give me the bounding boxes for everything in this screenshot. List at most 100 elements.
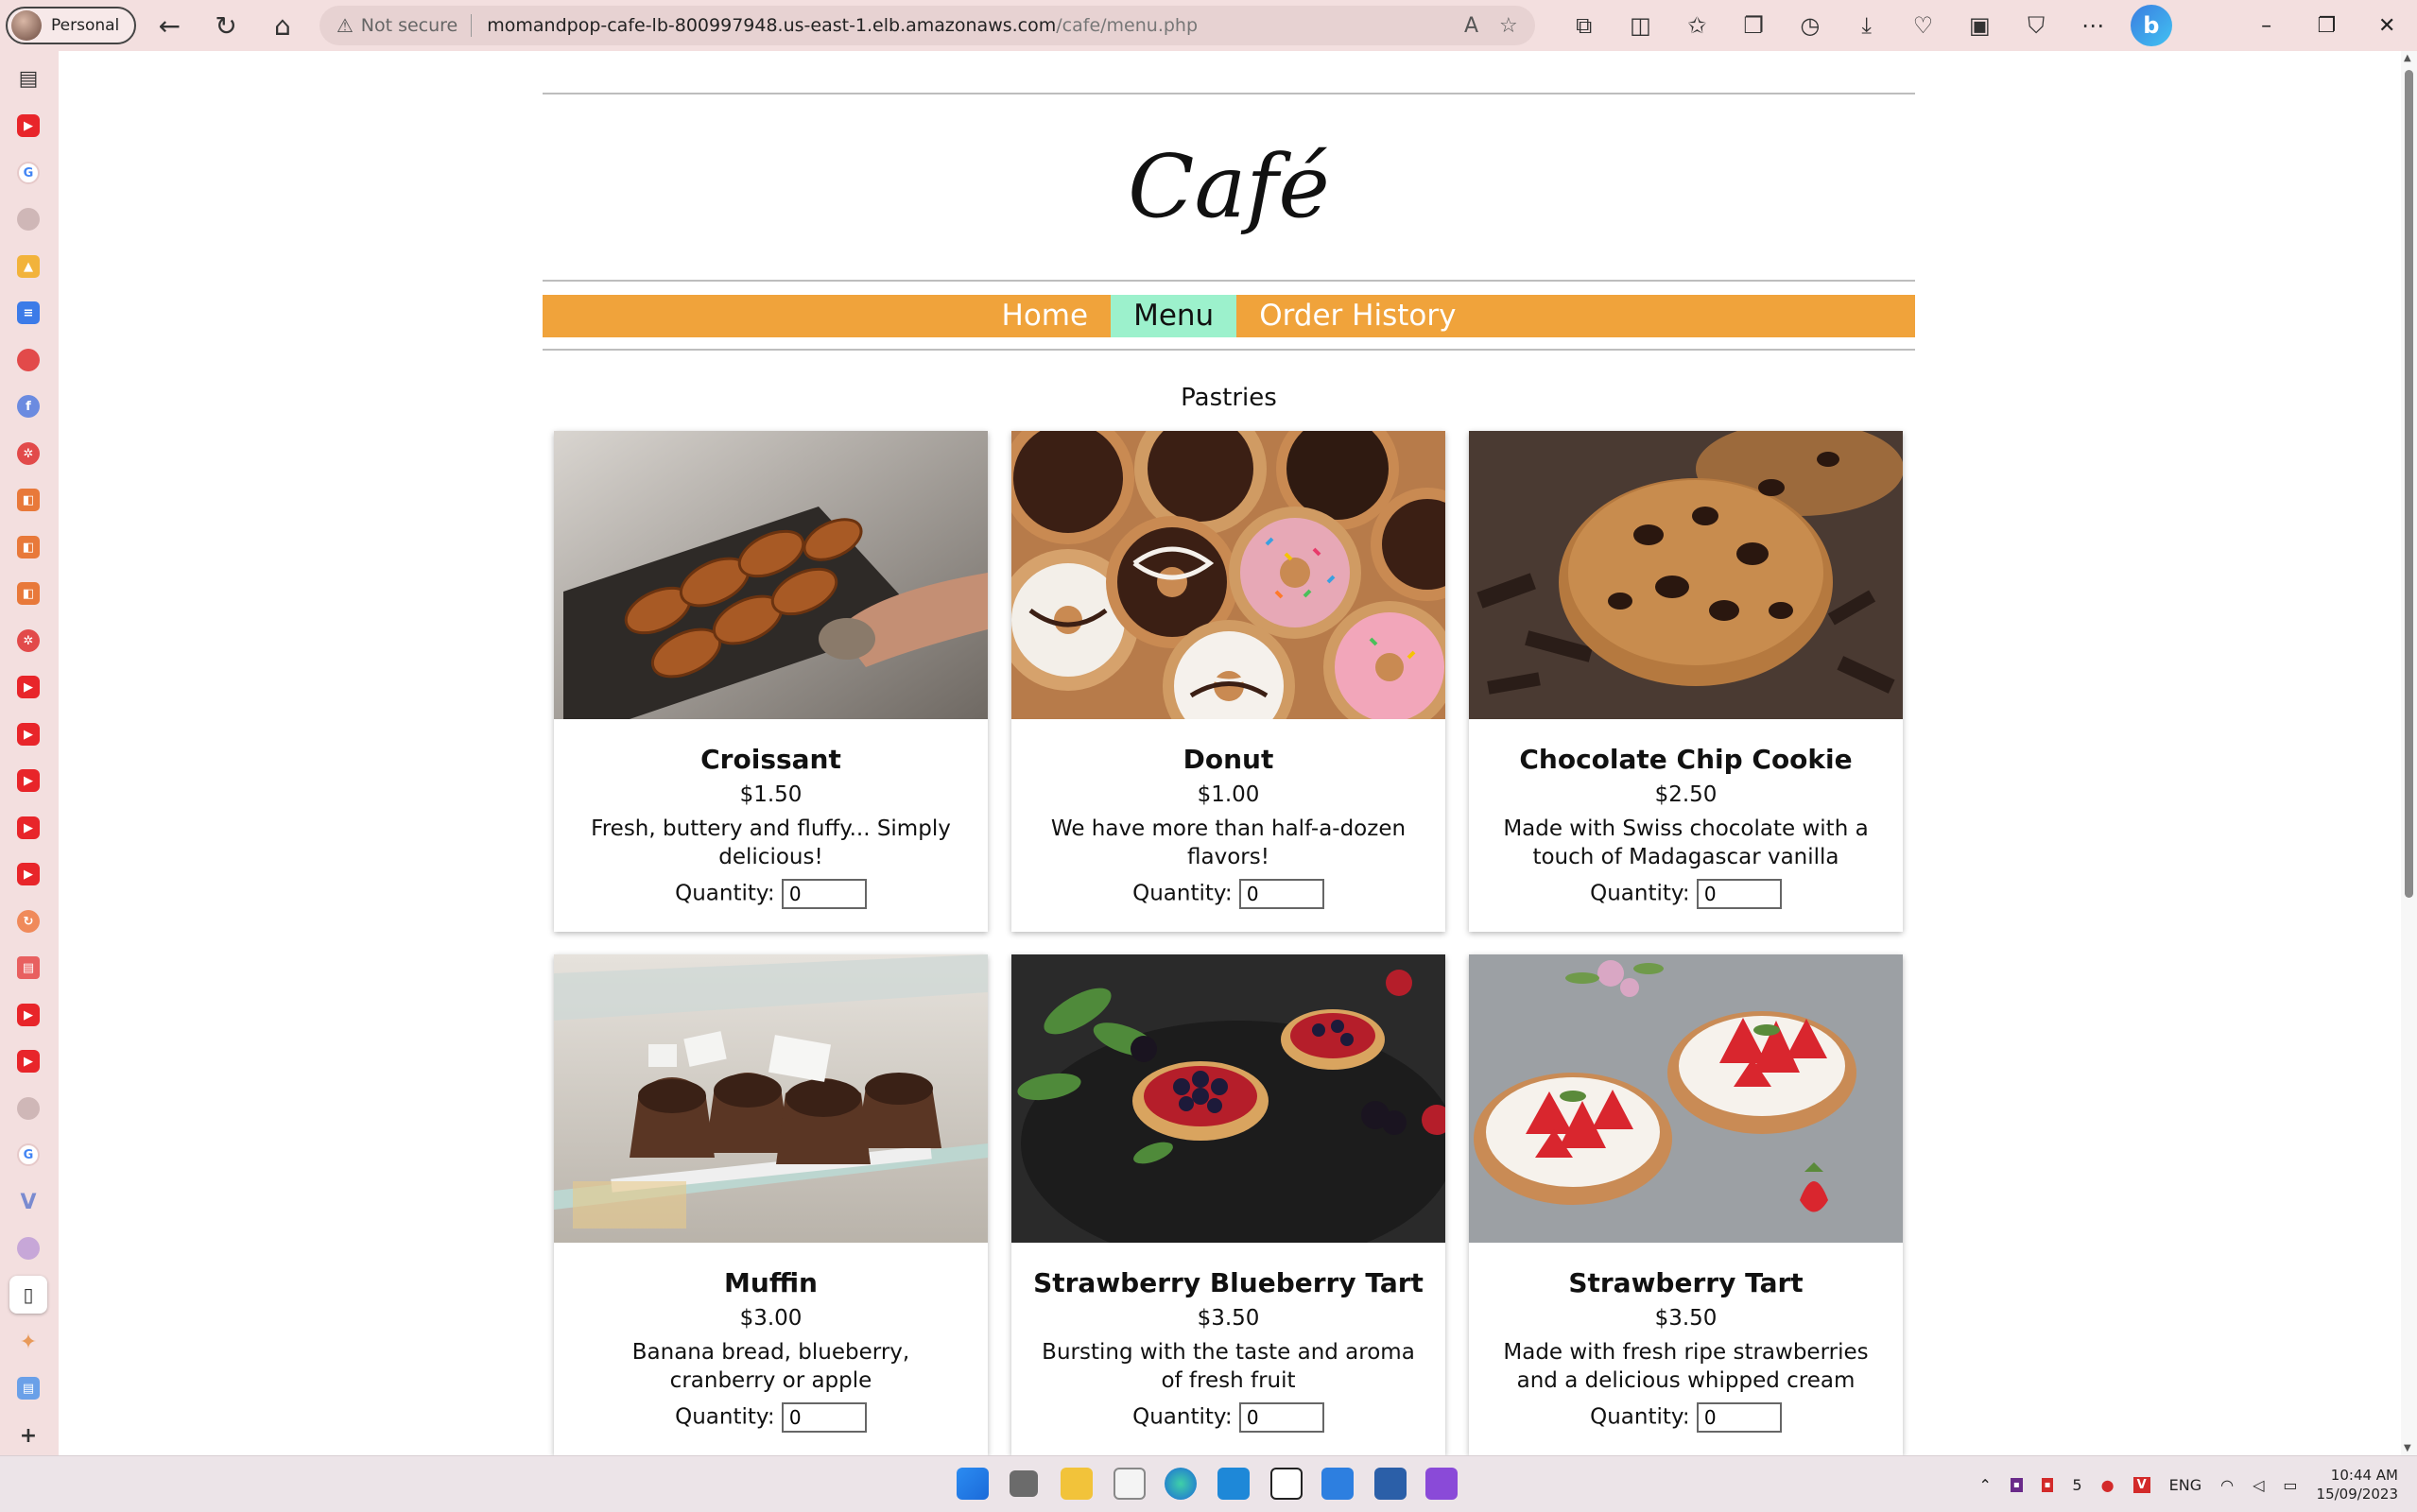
settings-tab-icon[interactable]: ✲ <box>17 629 40 652</box>
favorite-star-icon[interactable]: ☆ <box>1499 14 1518 38</box>
security-status[interactable]: Not secure <box>361 15 458 36</box>
refresh-icon[interactable]: ↻ <box>202 2 250 49</box>
home-icon[interactable]: ⌂ <box>259 2 306 49</box>
notepad-icon[interactable] <box>1321 1468 1354 1500</box>
notes-tab-icon[interactable]: ▤ <box>17 1377 40 1400</box>
start-icon[interactable] <box>957 1468 989 1500</box>
facebook-tab-icon[interactable]: f <box>17 395 40 418</box>
tray-badge[interactable]: 5 <box>2072 1476 2081 1494</box>
nav-home[interactable]: Home <box>979 295 1112 337</box>
performance-icon[interactable]: ♡ <box>1895 2 1952 49</box>
youtube-tab-icon[interactable]: ▶ <box>17 769 40 792</box>
minimize-icon[interactable]: – <box>2236 2 2297 49</box>
browser-essentials-icon[interactable]: ⛉ <box>2008 2 2064 49</box>
address-bar[interactable]: ⚠ Not secure momandpop-cafe-lb-800997948… <box>319 6 1535 45</box>
close-icon[interactable]: ✕ <box>2357 2 2417 49</box>
product-price: $1.00 <box>1197 782 1260 807</box>
docs-tab-icon[interactable]: ≡ <box>17 301 40 324</box>
web-tab-icon[interactable] <box>17 1097 40 1120</box>
downloads-icon[interactable]: ⤓ <box>1839 2 1895 49</box>
wifi-icon[interactable]: ◠ <box>2220 1476 2234 1494</box>
language-indicator[interactable]: ENG <box>2169 1476 2201 1494</box>
url-path[interactable]: /cafe/menu.php <box>1056 15 1198 36</box>
settings-tab-icon[interactable]: ✲ <box>17 442 40 465</box>
vscode-icon[interactable] <box>1217 1468 1250 1500</box>
edge-icon[interactable] <box>1165 1468 1197 1500</box>
tray-vivaldi-icon[interactable]: V <box>2132 1476 2150 1493</box>
scrollbar-thumb[interactable] <box>2405 70 2413 898</box>
notion-icon[interactable] <box>1270 1468 1303 1500</box>
app-tab-icon[interactable] <box>17 349 40 371</box>
product-description: Banana bread, blueberry, cranberry or ap… <box>631 1340 910 1393</box>
restore-icon[interactable]: ❐ <box>2297 2 2357 49</box>
youtube-tab-icon[interactable]: ▶ <box>17 723 40 746</box>
url-host[interactable]: momandpop-cafe-lb-800997948.us-east-1.el… <box>487 15 1056 36</box>
browser-sidebar: ▤ ▶ G ▲ ≡ f ✲ ◧ ◧ ◧ ✲ ▶ ▶ ▶ ▶ ▶ ↻ ▤ ▶ ▶ … <box>0 51 59 1455</box>
youtube-tab-icon[interactable]: ▶ <box>17 676 40 698</box>
product-price: $2.50 <box>1654 782 1718 807</box>
calculator-icon[interactable] <box>1374 1468 1407 1500</box>
product-price: $3.50 <box>1197 1306 1260 1331</box>
file-explorer-icon[interactable] <box>1061 1468 1093 1500</box>
aws-tab-icon[interactable]: ◧ <box>17 536 40 558</box>
youtube-tab-icon[interactable]: ▶ <box>17 816 40 839</box>
tray-app-icon[interactable]: ▪ <box>2010 1477 2023 1492</box>
task-view-icon[interactable] <box>1010 1470 1038 1497</box>
croissant-image <box>554 431 988 719</box>
quantity-input[interactable] <box>781 1402 867 1433</box>
aws-tab-icon[interactable]: ◧ <box>17 582 40 605</box>
refresh-tab-icon[interactable]: ↻ <box>17 910 40 933</box>
drive-tab-icon[interactable]: ▲ <box>17 255 40 278</box>
profile-button[interactable]: Personal <box>6 7 137 44</box>
read-aloud-icon[interactable]: A <box>1464 14 1478 38</box>
nav-menu[interactable]: Menu <box>1111 295 1237 337</box>
history-icon[interactable]: ◷ <box>1782 2 1839 49</box>
tab-actions-icon[interactable]: ▤ <box>17 67 40 91</box>
youtube-tab-icon[interactable]: ▶ <box>17 863 40 885</box>
pin-tab-icon[interactable]: ✦ <box>17 1331 40 1354</box>
google-tab-icon[interactable]: G <box>17 162 40 184</box>
copilot-icon[interactable]: b <box>2130 5 2172 46</box>
youtube-tab-icon[interactable]: ▶ <box>17 1050 40 1073</box>
web-tab-icon[interactable] <box>17 1237 40 1260</box>
split-screen-icon[interactable]: ◫ <box>1613 2 1669 49</box>
store-icon[interactable] <box>1114 1468 1146 1500</box>
product-card: Strawberry Blueberry Tart $3.50 Bursting… <box>1011 954 1445 1455</box>
product-name: Strawberry Blueberry Tart <box>1033 1267 1424 1298</box>
quantity-input[interactable] <box>1238 1402 1324 1433</box>
new-tab-icon[interactable]: + <box>17 1424 40 1448</box>
screenshot-icon[interactable]: ▣ <box>1951 2 2008 49</box>
quantity-input[interactable] <box>781 879 867 909</box>
tray-app-icon[interactable]: ▪ <box>2041 1477 2054 1492</box>
product-name: Donut <box>1183 744 1274 775</box>
pdf-tab-icon[interactable]: ▤ <box>17 956 40 979</box>
youtube-tab-icon[interactable]: ▶ <box>17 1004 40 1026</box>
youtube-tab-icon[interactable]: ▶ <box>17 114 40 137</box>
quantity-input[interactable] <box>1238 879 1324 909</box>
page-tab-icon[interactable]: ▯ <box>17 1283 40 1306</box>
scroll-up-icon[interactable]: ▲ <box>2404 53 2411 63</box>
clock[interactable]: 10:44 AM 15/09/2023 <box>2317 1466 2398 1503</box>
scroll-down-icon[interactable]: ▼ <box>2404 1443 2411 1453</box>
nav-order-history[interactable]: Order History <box>1236 295 1478 337</box>
vector-tab-icon[interactable]: V <box>17 1191 40 1214</box>
product-description: Made with Swiss chocolate with a touch o… <box>1503 816 1869 869</box>
more-menu-icon[interactable]: ⋯ <box>2064 2 2121 49</box>
tray-notification-icon[interactable]: ● <box>2101 1476 2115 1494</box>
battery-icon[interactable]: ▭ <box>2283 1476 2297 1494</box>
volume-icon[interactable]: ◁ <box>2253 1476 2264 1494</box>
warning-icon[interactable]: ⚠ <box>337 14 354 37</box>
web-tab-icon[interactable] <box>17 208 40 231</box>
chevron-up-icon[interactable]: ⌃ <box>1978 1476 1991 1494</box>
back-icon[interactable]: ← <box>146 2 193 49</box>
page-scrollbar[interactable]: ▲ ▼ <box>2401 51 2417 1455</box>
collections-icon[interactable]: ❐ <box>1725 2 1782 49</box>
favorites-icon[interactable]: ✩ <box>1668 2 1725 49</box>
quantity-row: Quantity: <box>1011 1402 1445 1433</box>
quantity-input[interactable] <box>1696 879 1782 909</box>
aws-tab-icon[interactable]: ◧ <box>17 489 40 511</box>
quantity-input[interactable] <box>1696 1402 1782 1433</box>
app-icon[interactable] <box>1425 1468 1458 1500</box>
extensions-icon[interactable]: ⧉ <box>1556 2 1613 49</box>
google-tab-icon[interactable]: G <box>17 1143 40 1166</box>
